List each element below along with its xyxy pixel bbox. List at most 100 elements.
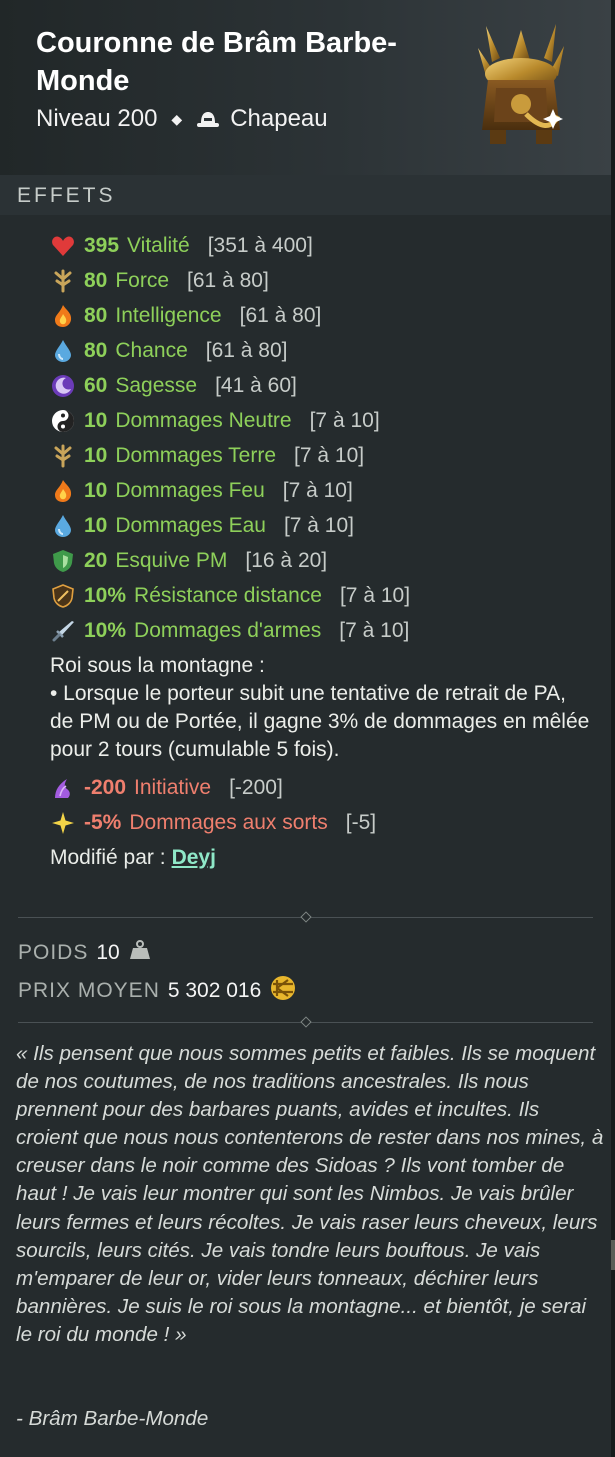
effect-name: Vitalité: [127, 233, 190, 257]
effect-value: 395: [84, 233, 120, 257]
effects-section-header: EFFETS: [0, 175, 611, 215]
effect-row: 10% Résistance distance [7 à 10]: [50, 578, 600, 613]
effect-name: Dommages aux sorts: [129, 810, 328, 834]
weight-row: POIDS 10: [18, 938, 152, 968]
effect-range: [16 à 20]: [245, 548, 328, 572]
weight-icon: [128, 938, 152, 968]
effect-row: 395 Vitalité [351 à 400]: [50, 228, 600, 263]
wisdom-icon: [50, 373, 76, 399]
negative-effects: -200 Initiative [-200] -5% Dommages aux sort…: [50, 770, 600, 840]
crown-item-image: [466, 18, 576, 158]
set-bonus-title: Roi sous la montagne :: [50, 654, 265, 677]
effect-value: 80: [84, 268, 108, 292]
effect-value: 80: [84, 303, 108, 327]
effect-value: 10%: [84, 583, 127, 607]
effect-value: 10: [84, 408, 108, 432]
effect-row: 80 Force [61 à 80]: [50, 263, 600, 298]
spell-damage-icon: [50, 810, 76, 836]
effect-range: [41 à 60]: [215, 373, 297, 397]
effect-range: [7 à 10]: [339, 583, 411, 607]
effect-range: [7 à 10]: [283, 513, 354, 537]
effect-range: [61 à 80]: [187, 268, 269, 292]
effect-name: Dommages Terre: [115, 443, 277, 467]
effects-header-label: EFFETS: [17, 184, 116, 207]
scrollbar-thumb[interactable]: [611, 1240, 615, 1270]
effect-row: 10 Dommages Terre [7 à 10]: [50, 438, 600, 473]
effect-name: Initiative: [134, 775, 212, 799]
effect-row: 10 Dommages Neutre [7 à 10]: [50, 403, 600, 438]
effect-name: Force: [115, 268, 170, 292]
ranged-resistance-icon: [50, 583, 76, 609]
modified-by: Modifié par : Deyj: [50, 840, 600, 876]
dodge-icon: [50, 548, 76, 574]
price-label: PRIX MOYEN: [18, 979, 160, 1002]
water-icon: [50, 513, 76, 539]
effect-value: -5%: [84, 810, 122, 834]
initiative-icon: [50, 775, 76, 801]
effect-value: 10: [84, 443, 108, 467]
effect-range: [7 à 10]: [294, 443, 365, 467]
scrollbar-track[interactable]: [611, 0, 615, 1457]
effect-row: 10 Dommages Eau [7 à 10]: [50, 508, 600, 543]
earth-icon: [50, 268, 76, 294]
effect-name: Chance: [115, 338, 188, 362]
item-header: Couronne de Brâm Barbe-Monde Niveau 200 …: [0, 0, 611, 175]
effect-value: -200: [84, 775, 127, 799]
effect-row: -5% Dommages aux sorts [-5]: [50, 805, 600, 840]
effect-name: Dommages Eau: [115, 513, 266, 537]
sword-icon: [50, 618, 76, 644]
effect-range: [-5]: [345, 810, 377, 834]
effect-range: [-200]: [229, 775, 283, 799]
item-lore: « Ils pensent que nous sommes petits et …: [16, 1042, 604, 1346]
fire-icon: [50, 478, 76, 504]
effects-list: 395 Vitalité [351 à 400] 80 Force [61 à 80] 80…: [50, 228, 600, 876]
price-value: 5 302 016: [167, 979, 262, 1002]
effect-row: 10% Dommages d'armes [7 à 10]: [50, 613, 600, 648]
item-tooltip-card: Couronne de Brâm Barbe-Monde Niveau 200 …: [0, 0, 611, 1457]
item-subtitle: Niveau 200 ◆ Chapeau: [36, 105, 328, 133]
item-type: Chapeau: [230, 105, 328, 132]
effect-range: [351 à 400]: [207, 233, 313, 257]
effect-range: [7 à 10]: [309, 408, 380, 432]
effect-name: Intelligence: [115, 303, 222, 327]
earth-icon: [50, 443, 76, 469]
neutral-icon: [50, 408, 76, 434]
effect-range: [7 à 10]: [339, 618, 410, 642]
effect-row: 80 Intelligence [61 à 80]: [50, 298, 600, 333]
effect-row: 80 Chance [61 à 80]: [50, 333, 600, 368]
weight-label: POIDS: [18, 941, 89, 964]
divider-diamond-icon: [300, 911, 312, 923]
separator-diamond-icon: ◆: [171, 110, 183, 127]
heart-icon: [50, 233, 76, 259]
effect-name: Sagesse: [115, 373, 198, 397]
effect-name: Dommages Neutre: [115, 408, 292, 432]
effect-name: Résistance distance: [134, 583, 322, 607]
effect-value: 60: [84, 373, 108, 397]
lore-author: - Brâm Barbe-Monde: [16, 1407, 209, 1430]
set-bonus: Roi sous la montagne : • Lorsque le port…: [50, 652, 595, 764]
effect-range: [61 à 80]: [239, 303, 322, 327]
kama-icon: [269, 975, 297, 1007]
effect-row: 60 Sagesse [41 à 60]: [50, 368, 600, 403]
effect-name: Dommages Feu: [115, 478, 265, 502]
price-row: PRIX MOYEN 5 302 016: [18, 975, 297, 1007]
effect-value: 10: [84, 478, 108, 502]
effect-value: 10: [84, 513, 108, 537]
item-level: Niveau 200: [36, 105, 158, 132]
positive-effects: 395 Vitalité [351 à 400] 80 Force [61 à 80] 80…: [50, 228, 600, 648]
effect-value: 80: [84, 338, 108, 362]
water-icon: [50, 338, 76, 364]
divider-diamond-icon: [300, 1016, 312, 1028]
item-name: Couronne de Brâm Barbe-Monde: [36, 27, 397, 97]
effect-row: 10 Dommages Feu [7 à 10]: [50, 473, 600, 508]
set-bonus-text: • Lorsque le porteur subit une tentative…: [50, 682, 590, 761]
effect-name: Esquive PM: [115, 548, 228, 572]
effect-range: [61 à 80]: [205, 338, 288, 362]
effect-name: Dommages d'armes: [134, 618, 322, 642]
effect-range: [7 à 10]: [282, 478, 353, 502]
fire-icon: [50, 303, 76, 329]
effect-value: 20: [84, 548, 108, 572]
effect-row: 20 Esquive PM [16 à 20]: [50, 543, 600, 578]
weight-value: 10: [96, 941, 120, 964]
modifier-name-link[interactable]: Deyj: [172, 846, 216, 870]
